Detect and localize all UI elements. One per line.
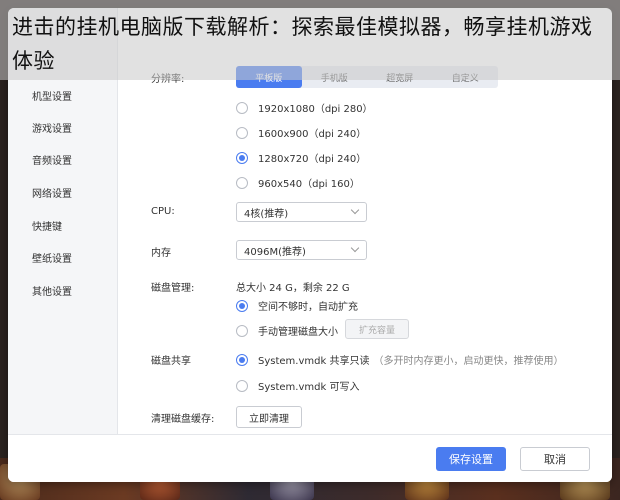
resolution-option[interactable]: 1600x900（dpi 240）	[236, 125, 366, 140]
disk-option-label: 空间不够时，自动扩充	[258, 302, 358, 313]
disk-share-label: 磁盘共享	[151, 356, 191, 367]
cpu-select-value: 4核(推荐)	[244, 208, 289, 220]
resolution-option-label: 1920x1080（dpi 280）	[258, 104, 373, 115]
disk-option[interactable]: 空间不够时，自动扩充	[236, 298, 358, 313]
cpu-label: CPU:	[151, 206, 175, 217]
share-option[interactable]: System.vmdk 可写入	[236, 378, 359, 393]
disk-option-label: 手动管理磁盘大小	[258, 327, 338, 338]
sidebar-item-shortcuts[interactable]: 快捷键	[32, 218, 62, 233]
sidebar-item-wallpaper[interactable]: 壁纸设置	[32, 250, 72, 265]
memory-select[interactable]: 4096M(推荐)	[236, 240, 367, 260]
resolution-option[interactable]: 1280x720（dpi 240）	[236, 150, 366, 165]
overlay-title: 进击的挂机电脑版下载解析：探索最佳模拟器，畅享挂机游戏体验	[12, 15, 593, 73]
share-option-label: System.vmdk 可写入	[258, 382, 360, 393]
clear-now-button[interactable]: 立即清理	[236, 406, 302, 428]
share-option-label: System.vmdk 共享只读	[258, 356, 370, 367]
disk-summary-text: 总大小 24 G，剩余 22 G	[236, 283, 350, 294]
save-settings-button[interactable]: 保存设置	[436, 447, 506, 471]
radio-button-checked[interactable]	[236, 299, 248, 312]
memory-select-value: 4096M(推荐)	[244, 246, 306, 258]
title-overlay: 进击的挂机电脑版下载解析：探索最佳模拟器，畅享挂机游戏体验	[0, 0, 620, 80]
radio-button[interactable]	[236, 101, 248, 114]
chevron-down-icon	[350, 205, 360, 215]
cancel-button[interactable]: 取消	[520, 447, 590, 471]
clear-cache-label: 清理磁盘缓存:	[151, 414, 215, 425]
resolution-option-label: 1280x720（dpi 240）	[258, 154, 367, 165]
resolution-option-label: 960x540（dpi 160）	[258, 179, 360, 190]
share-option-hint: （多开时内存更小，启动更快，推荐使用）	[373, 356, 564, 367]
disk-option[interactable]: 手动管理磁盘大小	[236, 323, 338, 338]
share-option[interactable]: System.vmdk 共享只读 （多开时内存更小，启动更快，推荐使用）	[236, 352, 563, 367]
disk-label: 磁盘管理:	[151, 283, 195, 294]
radio-button[interactable]	[236, 126, 248, 139]
expand-capacity-button[interactable]: 扩充容量	[345, 319, 409, 339]
chevron-down-icon	[350, 243, 360, 253]
sidebar-item-other[interactable]: 其他设置	[32, 283, 72, 298]
sidebar-item-audio[interactable]: 音频设置	[32, 152, 72, 167]
resolution-option-label: 1600x900（dpi 240）	[258, 129, 367, 140]
cpu-select[interactable]: 4核(推荐)	[236, 202, 367, 222]
resolution-option[interactable]: 1920x1080（dpi 280）	[236, 100, 373, 115]
radio-button-checked[interactable]	[236, 151, 248, 164]
radio-button[interactable]	[236, 324, 248, 337]
disk-summary: 总大小 24 G，剩余 22 G	[236, 279, 350, 294]
radio-button[interactable]	[236, 379, 248, 392]
dialog-footer: 保存设置 取消	[8, 434, 612, 482]
sidebar-item-network[interactable]: 网络设置	[32, 185, 72, 200]
memory-label: 内存	[151, 248, 171, 259]
resolution-option[interactable]: 960x540（dpi 160）	[236, 175, 360, 190]
radio-button-checked[interactable]	[236, 353, 248, 366]
radio-button[interactable]	[236, 176, 248, 189]
sidebar-item-device[interactable]: 机型设置	[32, 88, 72, 103]
sidebar-item-game[interactable]: 游戏设置	[32, 120, 72, 135]
